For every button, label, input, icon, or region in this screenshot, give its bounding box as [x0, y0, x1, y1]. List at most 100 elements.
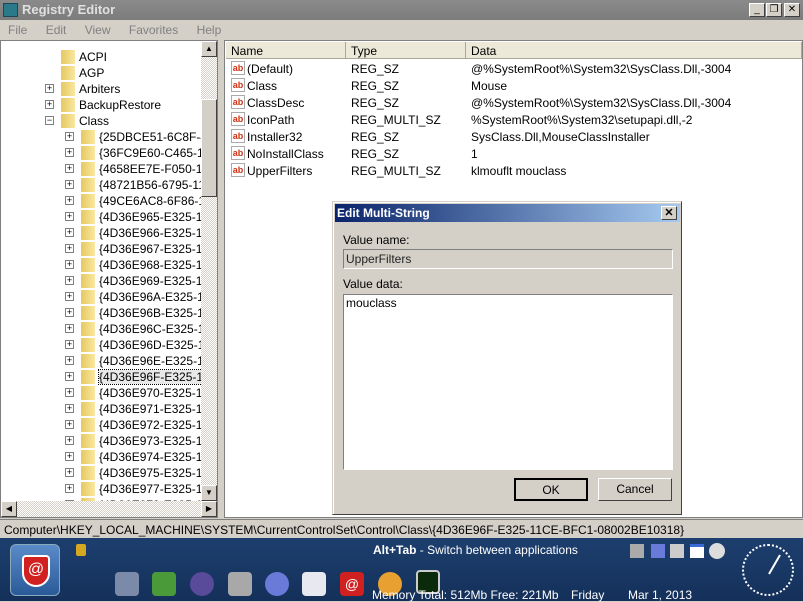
clock-tray-icon[interactable]: [709, 543, 725, 559]
tree-item[interactable]: + {4D36E965-E325-11C: [1, 209, 217, 225]
value-data-textarea[interactable]: [343, 294, 673, 470]
expand-toggle-icon[interactable]: +: [65, 164, 74, 173]
tree-item[interactable]: + {4D36E96F-E325-11C: [1, 369, 217, 385]
close-button[interactable]: ✕: [784, 3, 800, 17]
minimize-button[interactable]: _: [749, 3, 765, 17]
list-row[interactable]: ab IconPath REG_MULTI_SZ %SystemRoot%\Syste…: [229, 111, 789, 128]
tree-item[interactable]: AGP: [1, 65, 201, 81]
tree-item[interactable]: − Class: [1, 113, 201, 129]
tree-item[interactable]: + {4D36E96A-E325-11C: [1, 289, 217, 305]
calculator-icon[interactable]: [302, 572, 326, 596]
list-row[interactable]: ab UpperFilters REG_MULTI_SZ klmouflt moucl…: [229, 162, 789, 179]
scroll-thumb[interactable]: [201, 99, 217, 197]
expand-toggle-icon[interactable]: +: [65, 452, 74, 461]
expand-toggle-icon[interactable]: +: [65, 484, 74, 493]
tree-item[interactable]: + {4D36E977-E325-11C: [1, 481, 217, 497]
expand-toggle-icon[interactable]: +: [65, 180, 74, 189]
tree-item[interactable]: + {4D36E96E-E325-11C: [1, 353, 217, 369]
menu-favorites[interactable]: Favorites: [129, 23, 178, 37]
disk-usage-icon[interactable]: [265, 572, 289, 596]
expand-toggle-icon[interactable]: +: [65, 148, 74, 157]
list-row[interactable]: ab Class REG_SZ Mouse: [229, 77, 789, 94]
antivirus-icon[interactable]: @: [340, 572, 364, 596]
tree-item[interactable]: ACPI: [1, 49, 201, 65]
expand-toggle-icon[interactable]: +: [45, 100, 54, 109]
expand-toggle-icon[interactable]: +: [65, 276, 74, 285]
scanner-tray-icon[interactable]: [630, 544, 644, 558]
expand-toggle-icon[interactable]: +: [65, 244, 74, 253]
registry-tree[interactable]: ACPI AGP + Arbiters + BackupRestore − Class + {25…: [0, 40, 218, 518]
column-type[interactable]: Type: [346, 42, 466, 59]
network-tray-icon[interactable]: [651, 544, 665, 558]
tree-item[interactable]: + {4D36E969-E325-11C: [1, 273, 217, 289]
ok-button[interactable]: OK: [514, 478, 588, 501]
tree-item[interactable]: + {25DBCE51-6C8F-4A7: [1, 129, 217, 145]
tree-vertical-scrollbar[interactable]: ▲ ▼: [201, 41, 217, 501]
menu-file[interactable]: File: [8, 23, 27, 37]
expand-toggle-icon[interactable]: +: [65, 372, 74, 381]
expand-toggle-icon[interactable]: −: [45, 116, 54, 125]
expand-toggle-icon[interactable]: +: [65, 388, 74, 397]
tree-item[interactable]: + {4D36E971-E325-11C: [1, 401, 217, 417]
tree-item[interactable]: + {4658EE7E-F050-11D: [1, 161, 217, 177]
list-row[interactable]: ab (Default) REG_SZ @%SystemRoot%\System32\…: [229, 60, 789, 77]
tree-item[interactable]: + {4D36E968-E325-11C: [1, 257, 217, 273]
expand-toggle-icon[interactable]: +: [65, 228, 74, 237]
lock-icon[interactable]: [76, 544, 86, 556]
tree-item[interactable]: + {4D36E96D-E325-11C: [1, 337, 217, 353]
keys-icon[interactable]: [228, 572, 252, 596]
tree-item[interactable]: + {49CE6AC8-6F86-11D: [1, 193, 217, 209]
menu-help[interactable]: Help: [197, 23, 222, 37]
expand-toggle-icon[interactable]: +: [65, 324, 74, 333]
tree-item[interactable]: + {4D36E96C-E325-11C: [1, 321, 217, 337]
tree-horizontal-scrollbar[interactable]: ◀ ▶: [1, 501, 217, 517]
menu-view[interactable]: View: [85, 23, 111, 37]
column-data[interactable]: Data: [466, 42, 802, 59]
tree-item[interactable]: + Arbiters: [1, 81, 201, 97]
expand-toggle-icon[interactable]: +: [65, 292, 74, 301]
scroll-right-button[interactable]: ▶: [201, 501, 217, 517]
restore-button[interactable]: ❐: [766, 3, 782, 17]
tree-item[interactable]: + {4D36E966-E325-11C: [1, 225, 217, 241]
folder-icon: [81, 226, 95, 240]
tree-item[interactable]: + {4D36E972-E325-11C: [1, 417, 217, 433]
tree-item[interactable]: + {4D36E967-E325-11C: [1, 241, 217, 257]
expand-toggle-icon[interactable]: +: [65, 420, 74, 429]
tree-item[interactable]: + {4D36E974-E325-11C: [1, 449, 217, 465]
scroll-left-button[interactable]: ◀: [1, 501, 17, 517]
menu-edit[interactable]: Edit: [46, 23, 67, 37]
tree-item[interactable]: + {36FC9E60-C465-11C: [1, 145, 217, 161]
list-row[interactable]: ab NoInstallClass REG_SZ 1: [229, 145, 789, 162]
documents-icon[interactable]: [152, 572, 176, 596]
scroll-up-button[interactable]: ▲: [201, 41, 217, 57]
expand-toggle-icon[interactable]: +: [45, 84, 54, 93]
expand-toggle-icon[interactable]: +: [65, 340, 74, 349]
scroll-down-button[interactable]: ▼: [201, 485, 217, 501]
tree-item[interactable]: + {4D36E973-E325-11C: [1, 433, 217, 449]
column-name[interactable]: Name: [226, 42, 346, 59]
expand-toggle-icon[interactable]: +: [65, 436, 74, 445]
expand-toggle-icon[interactable]: +: [65, 260, 74, 269]
cancel-button[interactable]: Cancel: [598, 478, 672, 501]
monitor-tray-icon[interactable]: [670, 544, 684, 558]
expand-toggle-icon[interactable]: +: [65, 468, 74, 477]
tree-item[interactable]: + {48721B56-6795-11D: [1, 177, 214, 193]
antivirus-start-button[interactable]: @: [10, 544, 60, 596]
tree-item[interactable]: + BackupRestore: [1, 97, 201, 113]
expand-toggle-icon[interactable]: +: [65, 212, 74, 221]
expand-toggle-icon[interactable]: +: [65, 404, 74, 413]
expand-toggle-icon[interactable]: +: [65, 132, 74, 141]
pie-chart-icon[interactable]: [190, 572, 214, 596]
list-row[interactable]: ab Installer32 REG_SZ SysClass.Dll,MouseCla…: [229, 128, 789, 145]
window-tray-icon[interactable]: [690, 544, 704, 558]
tree-item[interactable]: + {4D36E975-E325-11C: [1, 465, 217, 481]
list-row[interactable]: ab ClassDesc REG_SZ @%SystemRoot%\System32\…: [229, 94, 789, 111]
value-name: Installer32: [247, 130, 303, 144]
tree-item[interactable]: + {4D36E970-E325-11C: [1, 385, 217, 401]
dialog-close-button[interactable]: ✕: [661, 206, 677, 220]
expand-toggle-icon[interactable]: +: [65, 356, 74, 365]
expand-toggle-icon[interactable]: +: [65, 308, 74, 317]
expand-toggle-icon[interactable]: +: [65, 196, 74, 205]
file-cabinet-icon[interactable]: [115, 572, 139, 596]
tree-item[interactable]: + {4D36E96B-E325-11C: [1, 305, 217, 321]
